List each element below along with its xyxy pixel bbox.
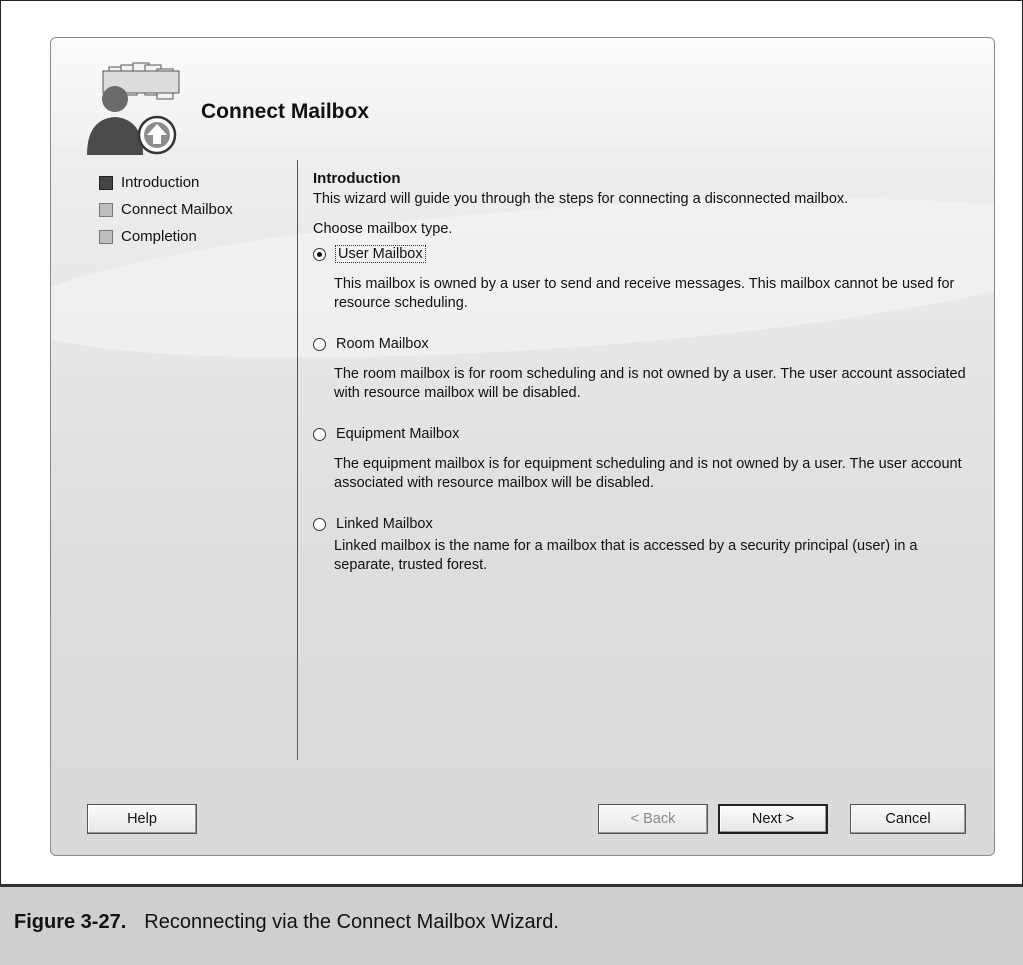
wizard-header <box>51 38 994 148</box>
wizard-content: Introduction This wizard will guide you … <box>313 169 973 575</box>
step-introduction: Introduction <box>99 171 233 194</box>
step-label: Connect Mailbox <box>121 201 233 218</box>
steps-divider <box>297 160 298 760</box>
option-linked-mailbox: Linked Mailbox Linked mailbox is the nam… <box>313 513 973 575</box>
equipment-mailbox-label[interactable]: Equipment Mailbox <box>336 426 459 442</box>
figure-number: Figure 3-27. <box>14 911 127 933</box>
option-equipment-mailbox: Equipment Mailbox The equipment mailbox … <box>313 423 973 493</box>
step-indicator-icon <box>99 202 113 217</box>
mailbox-user-arrow-icon <box>87 62 180 155</box>
option-user-mailbox: User Mailbox This mailbox is owned by a … <box>313 243 973 313</box>
step-connect-mailbox: Connect Mailbox <box>99 198 233 221</box>
wizard-title: Connect Mailbox <box>201 100 370 123</box>
intro-text: This wizard will guide you through the s… <box>313 191 849 207</box>
cancel-button[interactable]: Cancel <box>850 804 966 834</box>
user-mailbox-description: This mailbox is owned by a user to send … <box>334 276 955 311</box>
step-label: Completion <box>121 228 197 245</box>
wizard-steps: Introduction Connect Mailbox Completion <box>99 171 233 252</box>
choose-type-label: Choose mailbox type. <box>313 221 453 237</box>
room-mailbox-label[interactable]: Room Mailbox <box>336 336 429 352</box>
figure-caption: Figure 3-27. Reconnecting via the Connect… <box>14 911 559 934</box>
linked-mailbox-label[interactable]: Linked Mailbox <box>336 516 433 532</box>
step-indicator-icon <box>99 175 113 190</box>
room-mailbox-radio[interactable]: Room Mailbox <box>313 333 973 355</box>
user-mailbox-radio[interactable]: User Mailbox <box>313 243 973 265</box>
caption-text: Reconnecting via the Connect Mailbox Wiz… <box>144 911 559 933</box>
step-label: Introduction <box>121 174 200 191</box>
step-indicator-icon <box>99 229 113 244</box>
connect-mailbox-wizard: Connect Mailbox Introduction Connect Mai… <box>50 37 995 856</box>
section-heading: Introduction <box>313 170 401 187</box>
help-button[interactable]: Help <box>87 804 197 834</box>
room-mailbox-description: The room mailbox is for room scheduling … <box>334 366 966 401</box>
linked-mailbox-description: Linked mailbox is the name for a mailbox… <box>334 538 918 573</box>
next-button[interactable]: Next > <box>718 804 828 834</box>
radio-unchecked-icon[interactable] <box>313 427 326 441</box>
radio-checked-icon[interactable] <box>313 247 326 261</box>
option-room-mailbox: Room Mailbox The room mailbox is for roo… <box>313 333 973 403</box>
radio-unchecked-icon[interactable] <box>313 337 326 351</box>
figure-caption-band: Figure 3-27. Reconnecting via the Connect… <box>0 887 1023 965</box>
radio-unchecked-icon[interactable] <box>313 517 326 531</box>
linked-mailbox-radio[interactable]: Linked Mailbox <box>313 513 973 535</box>
step-completion: Completion <box>99 225 233 248</box>
user-mailbox-label[interactable]: User Mailbox <box>335 245 426 263</box>
equipment-mailbox-radio[interactable]: Equipment Mailbox <box>313 423 973 445</box>
equipment-mailbox-description: The equipment mailbox is for equipment s… <box>334 456 962 491</box>
back-button[interactable]: < Back <box>598 804 708 834</box>
